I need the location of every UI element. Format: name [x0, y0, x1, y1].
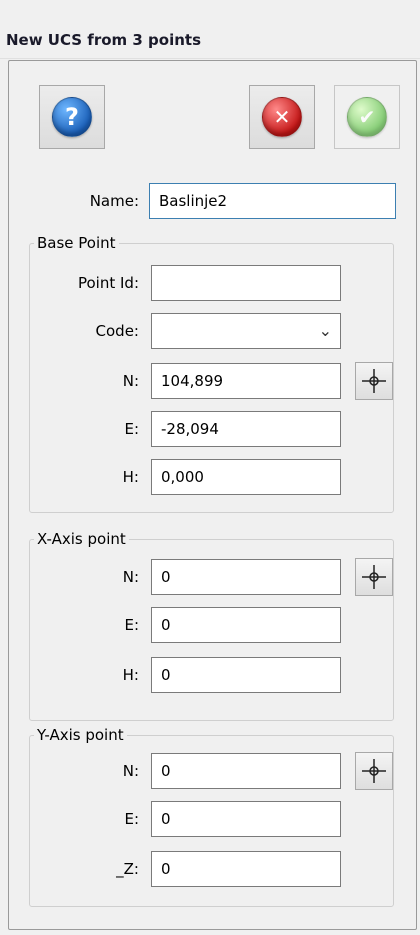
x-e-label: E: [124, 616, 139, 634]
x-pick-button[interactable] [355, 558, 393, 596]
name-input[interactable]: Baslinje2 [149, 183, 396, 219]
crosshair-icon [362, 759, 386, 783]
x-n-label: N: [122, 568, 139, 586]
code-label: Code: [95, 322, 139, 340]
name-label: Name: [89, 192, 139, 210]
crosshair-icon [362, 565, 386, 589]
ok-button[interactable]: ✔ [334, 85, 400, 149]
y-z-label: _Z: [116, 860, 139, 878]
x-e-input[interactable]: 0 [151, 607, 341, 643]
cancel-button[interactable]: ✕ [249, 85, 315, 149]
chevron-down-icon: ⌄ [318, 321, 332, 340]
y-z-input[interactable]: 0 [151, 851, 341, 887]
y-n-input[interactable]: 0 [151, 753, 341, 789]
x-h-input[interactable]: 0 [151, 657, 341, 693]
base-h-input[interactable]: 0,000 [151, 459, 341, 495]
base-n-label: N: [122, 372, 139, 390]
x-axis-title: X-Axis point [34, 529, 129, 549]
dialog-panel: ? ✕ ✔ Name: Baslinje2 Base Point Point I… [8, 60, 417, 930]
title-bar: New UCS from 3 points [0, 0, 420, 59]
y-e-label: E: [124, 810, 139, 828]
point-id-label: Point Id: [77, 274, 139, 292]
base-e-input[interactable]: -28,094 [151, 411, 341, 447]
base-n-input[interactable]: 104,899 [151, 363, 341, 399]
y-axis-title: Y-Axis point [34, 725, 127, 745]
point-id-input[interactable] [151, 265, 341, 301]
x-h-label: H: [122, 666, 139, 684]
y-e-input[interactable]: 0 [151, 801, 341, 837]
crosshair-icon [362, 369, 386, 393]
y-pick-button[interactable] [355, 752, 393, 790]
help-button[interactable]: ? [39, 85, 105, 149]
x-n-input[interactable]: 0 [151, 559, 341, 595]
base-pick-button[interactable] [355, 362, 393, 400]
base-h-label: H: [122, 468, 139, 486]
x-icon: ✕ [262, 97, 302, 137]
check-icon: ✔ [347, 97, 387, 137]
y-n-label: N: [122, 762, 139, 780]
question-icon: ? [52, 97, 92, 137]
base-e-label: E: [124, 420, 139, 438]
base-point-title: Base Point [34, 233, 119, 253]
code-select[interactable]: ⌄ [151, 313, 341, 349]
window-title: New UCS from 3 points [6, 31, 201, 49]
